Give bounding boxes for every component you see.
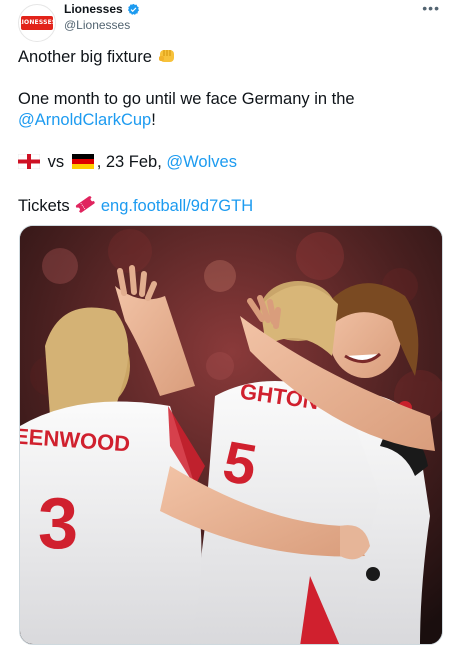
avatar[interactable]: LIONESSES <box>18 4 56 42</box>
tweet-header: LIONESSES Lionesses @Lionesses ••• <box>18 1 448 42</box>
vs-text: vs <box>47 153 65 171</box>
text-line-2: One month to go until we face Germany in… <box>18 90 355 108</box>
fixture-text: Another big fixture <box>18 48 152 66</box>
arnold-clark-cup-link[interactable]: @ArnoldClarkCup <box>18 111 151 129</box>
fist-bump-emoji-icon <box>158 50 174 62</box>
text-line-5: Tickets eng.football/9d7GTH <box>18 194 253 217</box>
text-line-3: @ArnoldClarkCup! <box>18 110 156 131</box>
germany-flag-icon <box>71 154 94 169</box>
text-line-1: Another big fixture <box>18 47 177 68</box>
wolves-link[interactable]: @Wolves <box>166 153 237 171</box>
display-name-row[interactable]: Lionesses <box>64 2 140 17</box>
tickets-text: Tickets <box>18 197 70 215</box>
tweet-photo[interactable]: GHTON 5 EENWOOD 3 <box>19 225 443 645</box>
author-names: Lionesses @Lionesses <box>64 2 140 33</box>
date-text: , 23 Feb, <box>96 153 167 171</box>
display-name[interactable]: Lionesses <box>64 2 123 17</box>
tweet-card: LIONESSES Lionesses @Lionesses ••• Anoth… <box>0 0 462 645</box>
tickets-link[interactable]: eng.football/9d7GTH <box>101 197 253 215</box>
ticket-emoji-icon <box>76 196 95 213</box>
avatar-logo: LIONESSES <box>19 16 55 30</box>
text-line-4: vs , 23 Feb, @Wolves <box>18 152 237 173</box>
england-flag-icon <box>18 154 40 169</box>
more-options-icon[interactable]: ••• <box>422 1 440 15</box>
handle[interactable]: @Lionesses <box>64 18 140 33</box>
verified-badge-icon <box>127 3 139 15</box>
photo-celebration: GHTON 5 EENWOOD 3 <box>20 226 442 644</box>
exclamation: ! <box>151 111 156 129</box>
shirt-number-left: 3 <box>38 484 78 564</box>
